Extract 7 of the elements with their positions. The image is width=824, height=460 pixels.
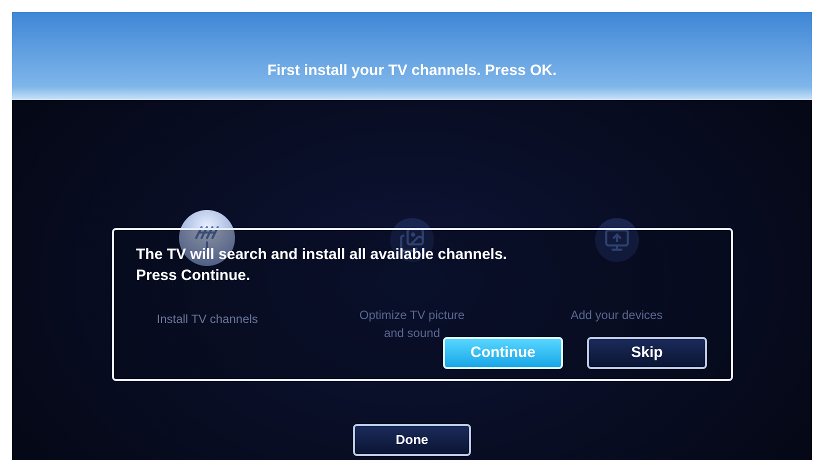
header-title: First install your TV channels. Press OK. <box>267 60 557 81</box>
step-label: Install TV channels <box>156 311 259 328</box>
monitor-icon <box>604 227 630 253</box>
dialog-button[interactable]: Skip <box>587 337 707 369</box>
done-button[interactable]: Done <box>353 424 471 456</box>
dialog-message: The TV will search and install all available channels. Press Continue. <box>136 245 508 286</box>
step-label: Add your devices <box>570 307 664 324</box>
